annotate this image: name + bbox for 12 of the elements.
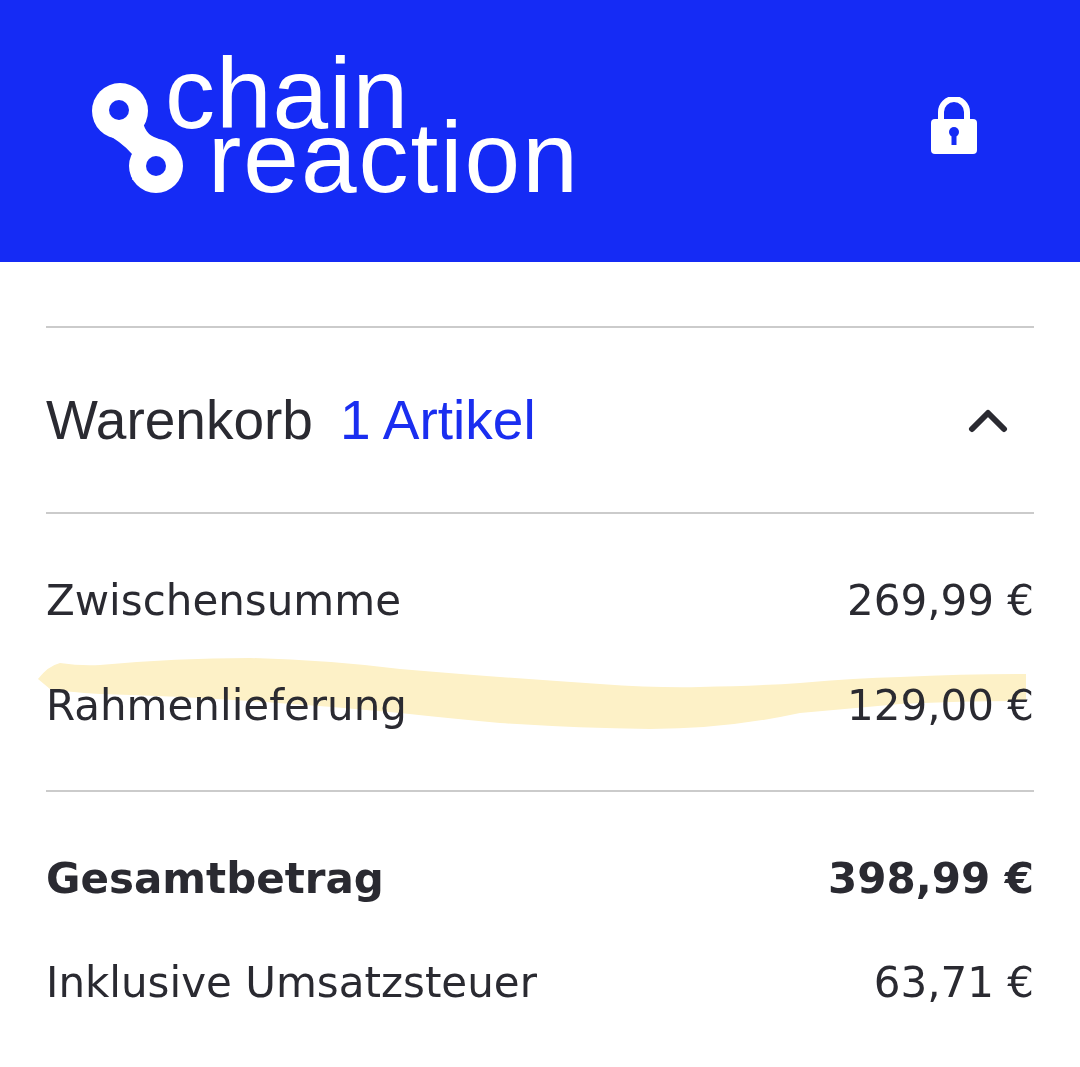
total-amount: 398,99 € — [828, 853, 1034, 905]
summary-label: Inklusive Umsatzsteuer — [46, 957, 537, 1009]
summary-amount: 269,99 € — [846, 575, 1034, 627]
summary-label: Rahmenlieferung — [46, 680, 407, 732]
lock-icon — [931, 97, 977, 154]
summary-amount: 63,71 € — [873, 957, 1034, 1009]
summary-label: Zwischensumme — [46, 575, 401, 627]
summary-amount: 129,00 € — [846, 680, 1034, 732]
cart-title: Warenkorb — [46, 388, 313, 452]
item-count: 1 Artikel — [339, 388, 536, 452]
total-label: Gesamtbetrag — [46, 853, 384, 905]
chevron-icon[interactable] — [968, 407, 1008, 433]
